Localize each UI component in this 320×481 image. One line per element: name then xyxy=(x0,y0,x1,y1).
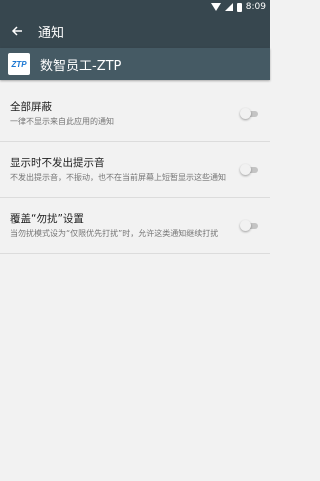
wifi-icon xyxy=(210,3,221,11)
settings-list: 全部屏蔽 一律不显示来自此应用的通知 显示时不发出提示音 不发出提示音，不振动，… xyxy=(0,86,270,254)
page-title: 通知 xyxy=(38,25,65,41)
toolbar: 通知 xyxy=(0,14,270,48)
status-bar: 8:09 xyxy=(0,0,270,14)
app-logo-icon: ZTP xyxy=(8,53,30,75)
status-time: 8:09 xyxy=(245,2,266,12)
setting-subtitle: 不发出提示音，不振动，也不在当前屏幕上短暂显示这些通知 xyxy=(10,173,226,182)
setting-override-dnd[interactable]: 覆盖“勿扰”设置 当勿扰模式设为“仅限优先打扰”时，允许这类通知继续打扰 xyxy=(0,198,270,254)
signal-icon xyxy=(224,3,233,11)
setting-title: 覆盖“勿扰”设置 xyxy=(10,213,84,225)
back-button[interactable] xyxy=(0,14,34,48)
battery-icon xyxy=(236,2,242,12)
app-header: ZTP 数智员工-ZTP xyxy=(0,48,270,80)
app-name: 数智员工-ZTP xyxy=(40,58,122,74)
setting-subtitle: 当勿扰模式设为“仅限优先打扰”时，允许这类通知继续打扰 xyxy=(10,229,219,238)
setting-block-all[interactable]: 全部屏蔽 一律不显示来自此应用的通知 xyxy=(0,86,270,142)
toggle-switch[interactable] xyxy=(240,219,260,233)
toggle-switch[interactable] xyxy=(240,107,260,121)
setting-silent[interactable]: 显示时不发出提示音 不发出提示音，不振动，也不在当前屏幕上短暂显示这些通知 xyxy=(0,142,270,198)
setting-subtitle: 一律不显示来自此应用的通知 xyxy=(10,117,114,126)
toggle-switch[interactable] xyxy=(240,163,260,177)
arrow-left-icon xyxy=(11,26,22,36)
setting-title: 全部屏蔽 xyxy=(10,101,52,113)
setting-title: 显示时不发出提示音 xyxy=(10,157,105,169)
